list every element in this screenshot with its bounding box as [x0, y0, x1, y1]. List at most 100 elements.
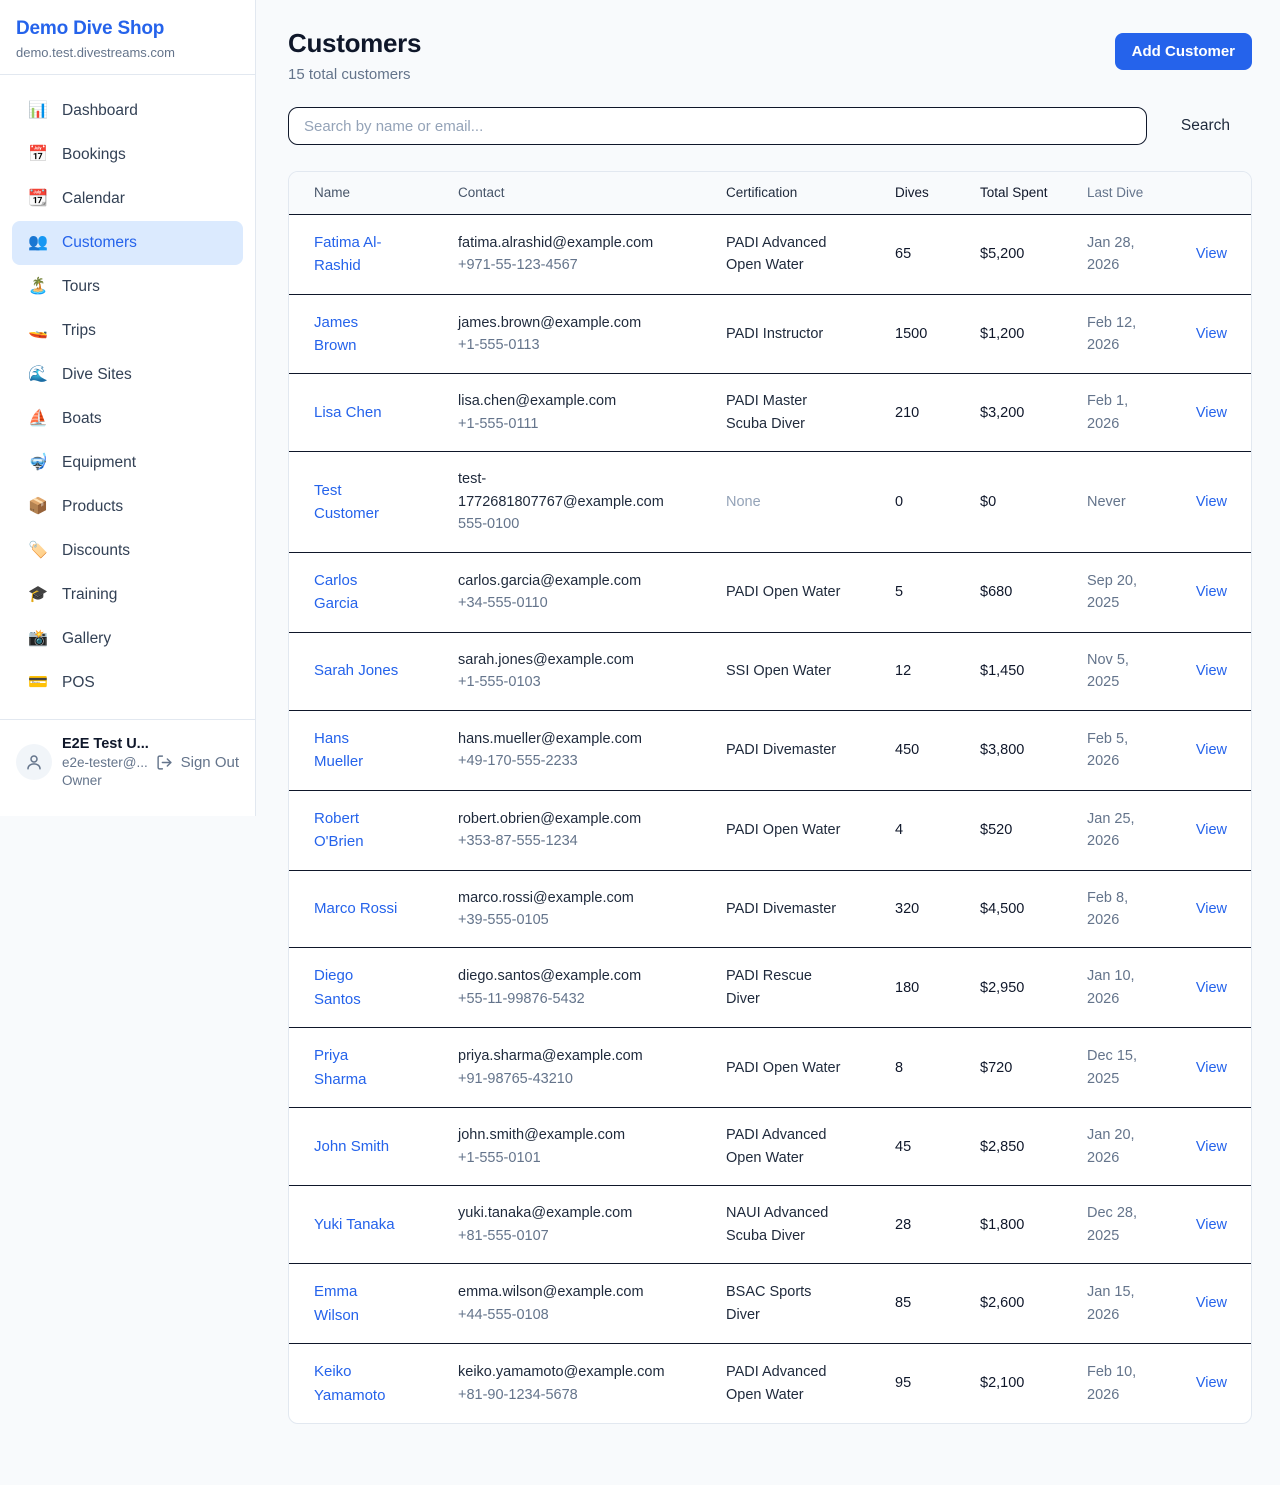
sidebar-item-gallery[interactable]: 📸Gallery: [12, 617, 243, 661]
sidebar-item-products[interactable]: 📦Products: [12, 485, 243, 529]
column-header-total-spent: Total Spent: [980, 172, 1087, 214]
customer-phone: +1-555-0113: [458, 334, 681, 356]
customer-name-link[interactable]: Keiko Yamamoto: [314, 1363, 385, 1403]
sidebar-item-label: Bookings: [62, 146, 126, 164]
view-customer-link[interactable]: View: [1196, 584, 1227, 600]
sidebar-item-bookings[interactable]: 📅Bookings: [12, 133, 243, 177]
sidebar-item-boats[interactable]: ⛵Boats: [12, 397, 243, 441]
customer-phone: +971-55-123-4567: [458, 254, 681, 276]
customer-name-link[interactable]: Fatima Al-Rashid: [314, 234, 382, 274]
customer-count: 15 total customers: [288, 66, 421, 83]
view-customer-link[interactable]: View: [1196, 326, 1227, 342]
main-content: Customers 15 total customers Add Custome…: [256, 0, 1280, 1466]
contact-cell: emma.wilson@example.com+44-555-0108: [458, 1265, 726, 1342]
tear-off-calendar-icon: 📆: [28, 191, 48, 207]
view-customer-link[interactable]: View: [1196, 1295, 1227, 1311]
view-cell: View: [1193, 1276, 1251, 1330]
name-cell: Lisa Chen: [289, 385, 458, 440]
sidebar-item-dashboard[interactable]: 📊Dashboard: [12, 89, 243, 133]
app-root: Demo Dive Shop demo.test.divestreams.com…: [0, 0, 1280, 1466]
contact-cell: yuki.tanaka@example.com+81-555-0107: [458, 1186, 726, 1263]
view-customer-link[interactable]: View: [1196, 1060, 1227, 1076]
customer-name-link[interactable]: Marco Rossi: [314, 900, 397, 917]
view-customer-link[interactable]: View: [1196, 494, 1227, 510]
sidebar-item-equipment[interactable]: 🤿Equipment: [12, 441, 243, 485]
shop-name[interactable]: Demo Dive Shop: [16, 18, 239, 40]
total-spent-cell: $3,200: [980, 386, 1087, 440]
sidebar-item-customers[interactable]: 👥Customers: [12, 221, 243, 265]
certification-cell: PADI Advanced Open Water: [726, 1108, 895, 1185]
customer-email: john.smith@example.com: [458, 1124, 681, 1146]
view-customer-link[interactable]: View: [1196, 742, 1227, 758]
customer-name-link[interactable]: Hans Mueller: [314, 730, 363, 770]
customer-name-link[interactable]: James Brown: [314, 314, 358, 354]
sidebar-item-training[interactable]: 🎓Training: [12, 573, 243, 617]
view-customer-link[interactable]: View: [1196, 405, 1227, 421]
customer-name-link[interactable]: Carlos Garcia: [314, 572, 358, 612]
page-header: Customers 15 total customers Add Custome…: [288, 28, 1252, 83]
dives-cell: 95: [895, 1356, 980, 1410]
search-input[interactable]: [288, 107, 1147, 145]
table-row: Hans Muellerhans.mueller@example.com+49-…: [289, 711, 1251, 791]
last-dive-cell: Feb 8, 2026: [1087, 871, 1193, 948]
column-header-contact: Contact: [458, 172, 726, 214]
customer-phone: +91-98765-43210: [458, 1068, 681, 1090]
customer-phone: +353-87-555-1234: [458, 830, 681, 852]
certification-cell: NAUI Advanced Scuba Diver: [726, 1186, 895, 1263]
user-meta: E2E Test U... e2e-tester@... Owner: [62, 736, 146, 788]
view-cell: View: [1193, 307, 1251, 361]
contact-cell: test-1772681807767@example.com555-0100: [458, 452, 726, 551]
view-customer-link[interactable]: View: [1196, 822, 1227, 838]
add-customer-button[interactable]: Add Customer: [1115, 33, 1252, 70]
search-button[interactable]: Search: [1173, 111, 1238, 141]
customer-name-link[interactable]: Emma Wilson: [314, 1283, 359, 1323]
customer-name-link[interactable]: Priya Sharma: [314, 1047, 367, 1087]
view-customer-link[interactable]: View: [1196, 1375, 1227, 1391]
sign-out-button[interactable]: Sign Out: [156, 754, 239, 771]
name-cell: Keiko Yamamoto: [289, 1344, 458, 1423]
sidebar-nav: 📊Dashboard📅Bookings📆Calendar👥Customers🏝️…: [0, 75, 255, 713]
table-row: Yuki Tanaka yuki.tanaka@example.com+81-55…: [289, 1186, 1251, 1264]
sidebar-item-pos[interactable]: 💳POS: [12, 661, 243, 705]
sidebar-item-discounts[interactable]: 🏷️Discounts: [12, 529, 243, 573]
dives-cell: 4: [895, 803, 980, 857]
view-customer-link[interactable]: View: [1196, 1217, 1227, 1233]
sidebar-item-calendar[interactable]: 📆 Calendar: [12, 177, 243, 221]
customer-name-link[interactable]: Diego Santos: [314, 967, 361, 1007]
page-title: Customers: [288, 28, 421, 59]
view-customer-link[interactable]: View: [1196, 246, 1227, 262]
customer-phone: +81-90-1234-5678: [458, 1384, 681, 1406]
view-customer-link[interactable]: View: [1196, 980, 1227, 996]
customer-name-link[interactable]: Yuki Tanaka: [314, 1216, 395, 1233]
total-spent-cell: $680: [980, 565, 1087, 619]
sidebar: Demo Dive Shop demo.test.divestreams.com…: [0, 0, 256, 816]
view-customer-link[interactable]: View: [1196, 1139, 1227, 1155]
table-body: Fatima Al-Rashid fatima.alrashid@example.…: [289, 215, 1251, 1424]
customer-email: fatima.alrashid@example.com: [458, 232, 681, 254]
sidebar-item-label: Calendar: [62, 190, 125, 208]
customer-phone: +81-555-0107: [458, 1225, 681, 1247]
customer-email: test-1772681807767@example.com: [458, 468, 681, 513]
person-icon: [25, 753, 43, 771]
table-row: Fatima Al-Rashid fatima.alrashid@example.…: [289, 215, 1251, 295]
view-cell: View: [1193, 227, 1251, 281]
customer-name-link[interactable]: John Smith: [314, 1138, 389, 1155]
sidebar-item-trips[interactable]: 🚤Trips: [12, 309, 243, 353]
table-row: Robert O'Brien robert.obrien@example.com+…: [289, 791, 1251, 871]
sidebar-item-label: Equipment: [62, 454, 136, 472]
customer-email: robert.obrien@example.com: [458, 808, 681, 830]
view-customer-link[interactable]: View: [1196, 901, 1227, 917]
view-cell: View: [1193, 386, 1251, 440]
customer-phone: +1-555-0101: [458, 1147, 681, 1169]
sidebar-item-dive-sites[interactable]: 🌊Dive Sites: [12, 353, 243, 397]
sidebar-item-tours[interactable]: 🏝️Tours: [12, 265, 243, 309]
total-spent-cell: $0: [980, 475, 1087, 529]
view-customer-link[interactable]: View: [1196, 663, 1227, 679]
total-spent-cell: $1,200: [980, 307, 1087, 361]
customer-name-link[interactable]: Test Customer: [314, 482, 379, 522]
customer-name-link[interactable]: Sarah Jones: [314, 662, 398, 679]
customer-name-link[interactable]: Robert O'Brien: [314, 810, 364, 850]
customer-name-link[interactable]: Lisa Chen: [314, 404, 382, 421]
desert-island-icon: 🏝️: [28, 279, 48, 295]
last-dive-cell: Feb 1, 2026: [1087, 374, 1193, 451]
